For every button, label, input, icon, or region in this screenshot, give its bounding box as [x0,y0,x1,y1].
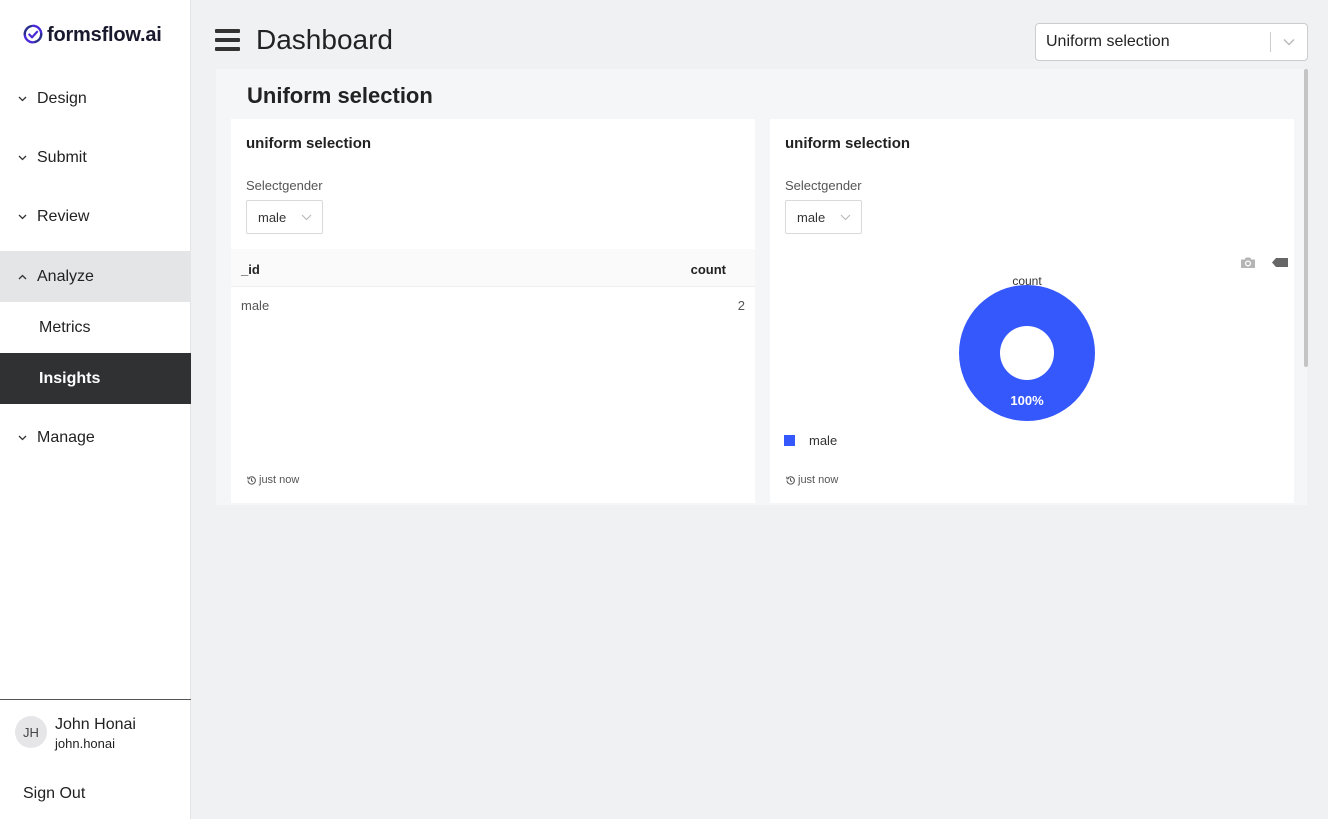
filter-value: male [258,209,287,225]
sidebar-item-label: Design [37,89,87,107]
chevron-down-icon [0,214,37,220]
gender-filter-select[interactable]: male [246,200,323,234]
scrollbar[interactable] [1304,69,1308,367]
user-name: John Honai [55,716,136,733]
dashboard-select-value: Uniform selection [1046,33,1170,50]
sidebar-item-analyze[interactable]: Analyze [0,251,191,302]
divider [0,699,191,700]
sidebar-item-label: Review [37,207,90,225]
chevron-down-icon [301,214,312,220]
page-title: Dashboard [256,24,393,55]
column-header-id[interactable]: _id [241,262,260,277]
filter-label: Selectgender [246,178,323,193]
sidebar-item-label: Manage [37,428,95,446]
chevron-down-icon[interactable] [1271,38,1307,46]
filter-value: male [797,209,826,225]
sign-out-link[interactable]: Sign Out [23,785,85,803]
sidebar-item-review[interactable]: Review [0,191,191,242]
sidebar-item-label: Metrics [39,318,91,336]
donut-chart: count 100% [959,274,1095,421]
chevron-down-icon [0,435,37,441]
brand-name: formsflow.ai [47,23,162,46]
column-header-count[interactable]: count [691,262,726,277]
sidebar-item-label: Analyze [37,267,94,285]
last-updated: just now [785,474,838,486]
pie-data-label: 100% [1010,393,1044,408]
panel-title: Uniform selection [247,83,433,108]
last-updated-text: just now [798,474,839,486]
dashboard-select[interactable]: Uniform selection [1035,23,1308,61]
sidebar-item-manage[interactable]: Manage [0,412,191,463]
chevron-down-icon [0,155,37,161]
card-title: uniform selection [785,135,911,152]
sidebar-item-metrics[interactable]: Metrics [0,302,191,353]
table-header: _id count [231,249,755,287]
chevron-up-icon [0,274,37,280]
legend-swatch [784,435,795,446]
brand[interactable]: formsflow.ai [22,23,162,47]
filter-label: Selectgender [785,178,862,193]
gender-filter-select[interactable]: male [785,200,862,234]
last-updated: just now [246,474,299,486]
sidebar-item-submit[interactable]: Submit [0,132,191,183]
history-icon [247,475,256,485]
table-cell-id: male [241,298,270,313]
formsflow-logo-icon [23,24,43,44]
insight-card-chart: uniform selection Selectgender male coun… [770,119,1294,503]
sidebar-item-insights[interactable]: Insights [0,353,191,404]
sidebar: formsflow.ai Design Submit Review Analyz… [0,0,191,819]
sidebar-item-label: Insights [39,369,101,387]
user-login: john.honai [55,736,115,751]
card-title: uniform selection [246,135,372,152]
table-row: male 2 [231,287,755,322]
table-cell-count: 2 [737,298,745,313]
legend-label: male [809,433,838,448]
chevron-down-icon [0,96,37,102]
insight-card-table: uniform selection Selectgender male _id … [231,119,755,503]
avatar[interactable]: JH [15,716,47,748]
chevron-down-icon [840,214,851,220]
sidebar-item-label: Submit [37,148,87,166]
chart-legend[interactable]: male [784,433,837,448]
history-icon [786,475,795,485]
hamburger-menu-icon[interactable] [215,29,240,51]
sidebar-item-design[interactable]: Design [0,73,191,124]
last-updated-text: just now [259,474,300,486]
